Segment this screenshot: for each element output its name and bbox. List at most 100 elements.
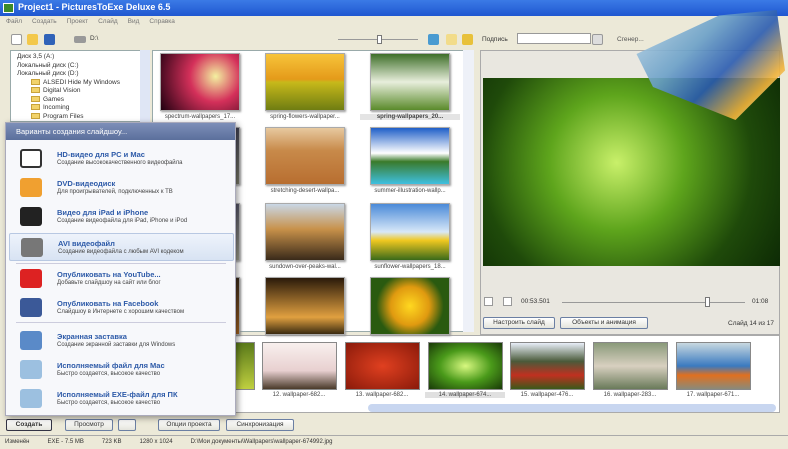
mac-exe-icon [20,360,42,379]
option-subtitle: Добавьте слайдшоу на сайт или блог [57,280,161,286]
option-title: Видео для iPad и iPhone [57,208,149,217]
film-reel-icon [21,238,43,257]
stop-icon[interactable] [503,297,512,306]
folder-icon[interactable] [446,34,457,45]
create-option-item[interactable]: Исполняемый EXE-файл для ПК Быстро создае… [9,385,234,413]
create-option-item[interactable]: HD-видео для PC и Mac Создание высококаче… [9,145,234,173]
divider [16,263,226,264]
hd-icon [20,149,42,168]
app-icon [3,3,14,13]
option-subtitle: Быстро создается, высокое качество [57,371,161,377]
filmstrip-label: 15. wallpaper-476... [520,392,574,398]
tree-item[interactable]: Program Files [43,113,83,120]
slider-thumb[interactable] [377,35,382,44]
option-title: Экранная заставка [57,332,127,341]
filmstrip-slide[interactable] [593,342,668,390]
create-option-item[interactable]: Видео для iPad и iPhone Создание видеофай… [9,203,234,231]
thumbnail-label: sundown-over-peaks-wal... [269,264,341,270]
tree-item[interactable]: Games [43,96,64,103]
customize-slide-button[interactable]: Настроить слайд [483,317,555,329]
tree-item[interactable]: Incoming [43,104,69,111]
current-path: D:\ [90,35,99,42]
folder-icon [31,112,40,119]
objects-animation-button[interactable]: Объекты и анимация [560,317,648,329]
create-option-item[interactable]: Экранная заставка Создание экранной заста… [9,327,234,355]
thumbnail-image[interactable] [370,277,450,335]
play-icon[interactable] [484,297,493,306]
window-title: Project1 - PicturesToExe Deluxe 6.5 [18,2,171,12]
create-option-item[interactable]: Опубликовать на YouTube... Добавьте слайд… [9,265,234,293]
tree-item[interactable]: Digital Vision [43,87,80,94]
menu-slide[interactable]: Слайд [98,18,118,26]
thumbnail-image[interactable] [265,127,345,185]
title-bar: Project1 - PicturesToExe Deluxe 6.5 [0,0,788,16]
create-option-item[interactable]: DVD-видеодиск Для проигрывателей, подключ… [9,174,234,202]
tree-scrollbar[interactable] [140,50,150,122]
thumbnail-image[interactable] [370,127,450,185]
tree-item[interactable]: Локальный диск (D:) [17,70,149,79]
popup-title: Варианты создания слайдшоу... [6,123,235,140]
tree-item[interactable]: Диск 3,5 (A:) [17,53,149,62]
menu-project[interactable]: Проект [67,18,88,26]
thumbnail-image[interactable] [160,53,240,111]
create-option-item[interactable]: Опубликовать на Facebook Слайдшоу в Интер… [9,294,234,322]
filmstrip-slide[interactable] [676,342,751,390]
status-file-size: 723 KB [101,439,122,445]
filmstrip-slide[interactable] [262,342,337,390]
slide-counter: Слайд 14 из 17 [728,320,775,327]
status-resolution: 1280 x 1024 [139,439,173,445]
caption-label: Подпись [482,36,508,43]
option-subtitle: Создание видеофайла с любым AVI кодеком [58,249,184,255]
option-subtitle: Слайдшоу в Интернете с хорошим качеством [57,309,185,315]
filmstrip-slide[interactable] [510,342,585,390]
thumbnail-image[interactable] [265,53,345,111]
tree-item[interactable]: Локальный диск (C:) [17,62,149,71]
caption-input[interactable] [517,33,591,44]
folder-tree: Диск 3,5 (A:) Локальный диск (C:) Локаль… [10,50,150,122]
facebook-icon [20,298,42,317]
option-title: Исполняемый EXE-файл для ПК [57,390,178,399]
create-option-item[interactable]: Исполняемый файл для Mac Быстро создается… [9,356,234,384]
create-option-item[interactable]: AVI видеофайл Создание видеофайла с любым… [9,233,234,261]
option-subtitle: Быстро создается, высокое качество [57,400,161,406]
caption-edit-icon[interactable] [592,34,603,45]
tree-item[interactable]: ALSEDI Hide My Windows [43,79,120,86]
thumbnail-label: spectrum-wallpapers_17... [164,114,236,120]
project-options-button[interactable]: Опции проекта [158,419,220,431]
thumbnail-image[interactable] [265,203,345,261]
thumbnail-label: summer-illustration-wallp... [374,188,446,194]
synchronization-button[interactable]: Синхронизация [226,419,294,431]
menu-create[interactable]: Создать [32,18,57,26]
thumbnail-label: spring-wallpapers_20... [360,114,460,120]
filmstrip-slide[interactable] [345,342,420,390]
menu-view[interactable]: Вид [128,18,140,26]
thumbnail-image[interactable] [370,53,450,111]
create-button[interactable]: Создать [6,419,52,431]
folder-up-icon[interactable] [462,34,473,45]
view-icon[interactable] [428,34,439,45]
current-time: 00:53.501 [521,298,550,305]
menu-file[interactable]: Файл [6,18,22,26]
smooth-label[interactable]: Сгенер... [617,36,644,43]
timeline-thumb[interactable] [704,297,710,307]
status-path: D:\Мои документы\Wallpapers\wallpaper-67… [190,439,333,445]
filmstrip-scrollbar[interactable] [368,404,776,412]
thumbnail-scrollbar[interactable] [463,50,474,332]
thumbnail-image[interactable] [370,203,450,261]
option-title: HD-видео для PC и Mac [57,150,145,159]
thumbnail-label: stretching-desert-wallpa... [270,188,340,194]
status-state: Изменён [5,439,30,445]
save-icon[interactable] [44,34,55,45]
fullscreen-icon[interactable] [118,419,136,431]
new-file-icon[interactable] [11,34,22,45]
thumbnail-image[interactable] [265,277,345,335]
divider [16,322,226,323]
preview-button[interactable]: Просмотр [65,419,113,431]
option-subtitle: Создание высококачественного видеофайла [57,160,183,166]
option-subtitle: Создание экранной заставки для Windows [57,342,176,348]
menu-help[interactable]: Справка [149,18,175,26]
filmstrip-slide[interactable] [428,342,503,390]
filmstrip-label: 16. wallpaper-283... [603,392,657,398]
timeline-slider[interactable] [562,302,745,303]
open-folder-icon[interactable] [27,34,38,45]
